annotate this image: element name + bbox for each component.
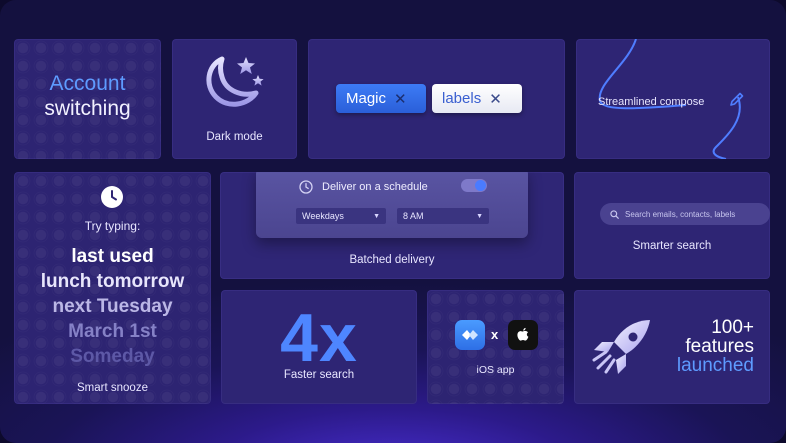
chip-magic-text: Magic [346, 90, 387, 107]
rocket-icon [592, 320, 650, 374]
schedule-days-select[interactable]: Weekdays ▼ [296, 208, 386, 224]
smarter-search-label: Smarter search [632, 240, 712, 252]
schedule-title: Deliver on a schedule [322, 181, 428, 193]
schedule-days-value: Weekdays [302, 211, 344, 221]
account-switching-card: Account switching [14, 39, 161, 159]
snooze-example: March 1st [68, 321, 157, 342]
label-chip-labels[interactable]: labels ✕ [432, 84, 522, 113]
ios-separator: x [491, 327, 499, 342]
ios-app-card: x iOS app [427, 290, 564, 404]
snooze-example: Someday [70, 346, 155, 367]
compose-card: Streamlined compose [576, 39, 770, 159]
snooze-example: last used [71, 246, 154, 267]
features-word: features [685, 336, 754, 357]
clock-outline-icon [299, 180, 313, 194]
snooze-prompt: Try typing: [84, 219, 141, 233]
label-chip-magic[interactable]: Magic ✕ [336, 84, 426, 113]
schedule-time-value: 8 AM [403, 211, 424, 221]
batched-delivery-label: Batched delivery [349, 254, 435, 266]
snooze-example: next Tuesday [52, 296, 173, 317]
snooze-example: lunch tomorrow [40, 271, 185, 292]
apple-icon [508, 320, 538, 350]
app-logo-icon [455, 320, 485, 350]
search-icon [610, 209, 619, 219]
search-placeholder: Search emails, contacts, labels [625, 209, 736, 219]
faster-search-card: 4x Faster search [221, 290, 417, 404]
smarter-search-card: Search emails, contacts, labels Smarter … [574, 172, 770, 279]
speed-multiplier: 4x [280, 300, 358, 376]
account-switching-rest: switching [44, 97, 131, 120]
clock-icon [101, 186, 123, 208]
batched-delivery-card: Deliver on a schedule Weekdays ▼ 8 AM ▼ … [220, 172, 564, 279]
schedule-time-select[interactable]: 8 AM ▼ [397, 208, 489, 224]
features-card: 100+ features launched [574, 290, 770, 404]
close-icon[interactable]: ✕ [394, 90, 407, 108]
account-switching-title: Account switching [14, 71, 161, 121]
apple-logo-mark [517, 327, 529, 341]
schedule-panel: Deliver on a schedule Weekdays ▼ 8 AM ▼ [256, 172, 528, 238]
compose-label: Streamlined compose [598, 96, 705, 108]
chip-labels-text: labels [442, 90, 482, 107]
features-highlight: launched [676, 355, 754, 376]
toggle-knob [475, 180, 486, 191]
smart-snooze-card: Try typing: last used lunch tomorrow nex… [14, 172, 211, 404]
labels-card: Magic ✕ labels ✕ [308, 39, 565, 159]
schedule-toggle[interactable] [461, 179, 487, 192]
account-switching-highlight: Account [49, 72, 126, 95]
features-count: 100+ [711, 317, 754, 338]
dark-mode-card: Dark mode [172, 39, 297, 159]
ios-app-label: iOS app [476, 364, 515, 376]
moon-stars-icon [206, 56, 264, 107]
close-icon[interactable]: ✕ [489, 90, 502, 108]
chevron-down-icon: ▼ [373, 212, 380, 220]
app-logo-mark [462, 330, 478, 340]
pencil-icon [730, 92, 744, 106]
chevron-down-icon: ▼ [476, 212, 483, 220]
dark-mode-label: Dark mode [206, 131, 263, 143]
search-input[interactable]: Search emails, contacts, labels [600, 203, 770, 225]
features-text: 100+ features launched [677, 318, 754, 375]
feature-grid: Account switching Dark mode Magic ✕ labe… [0, 0, 786, 443]
faster-search-label: Faster search [283, 369, 355, 381]
smart-snooze-label: Smart snooze [77, 382, 148, 394]
